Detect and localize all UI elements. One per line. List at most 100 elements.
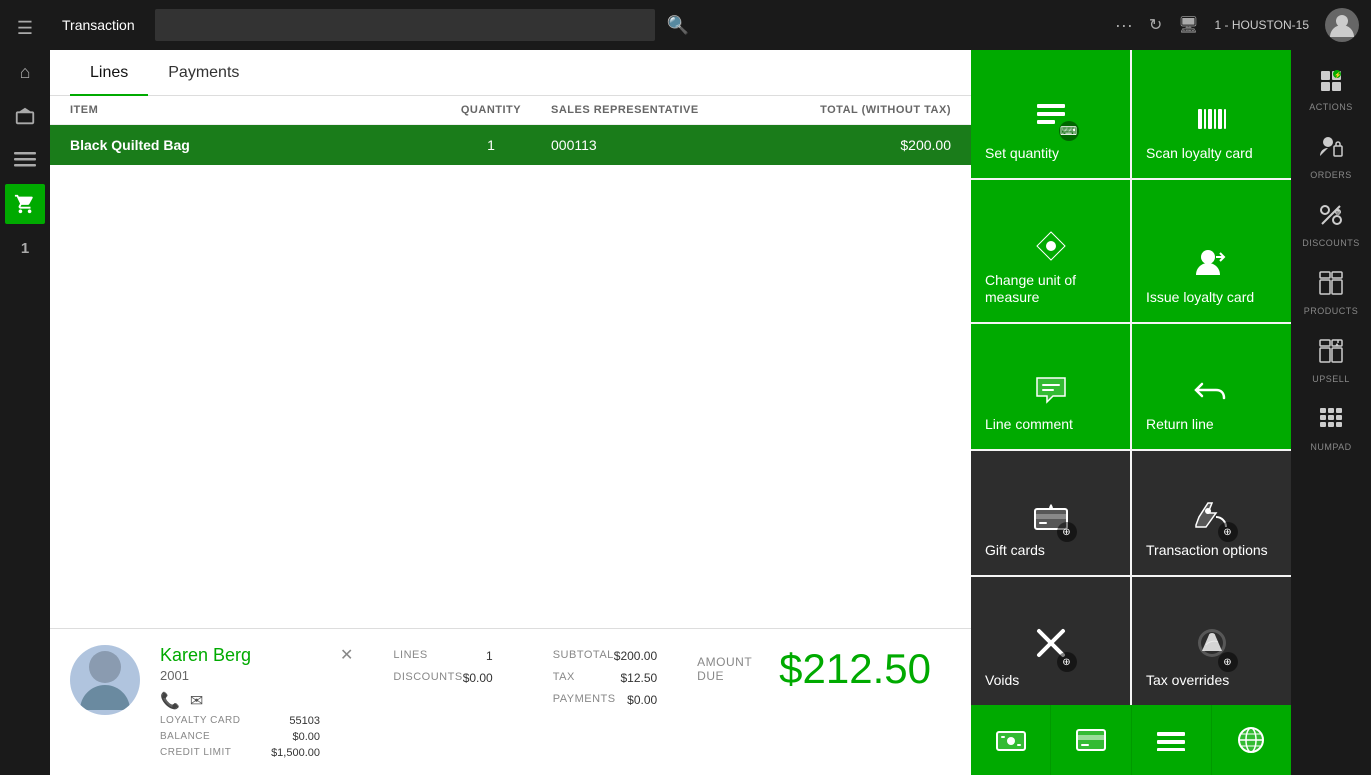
close-customer-button[interactable]: ✕ — [340, 645, 353, 665]
loyalty-value: 55103 — [289, 715, 320, 727]
return-line-label: Return line — [1146, 416, 1214, 433]
upsell-icon — [1318, 338, 1344, 370]
lines-label: LINES — [393, 649, 427, 663]
return-line-button[interactable]: Return line — [1132, 324, 1291, 449]
equal-button[interactable] — [1132, 705, 1212, 775]
tab-payments[interactable]: Payments — [148, 50, 259, 96]
body-area: Lines Payments ITEM QUANTITY SALES REPRE… — [50, 50, 1371, 775]
bottom-action-bar — [971, 705, 1291, 775]
right-panel: ⌨ Set quantity — [971, 50, 1291, 775]
row-quantity: 1 — [431, 137, 551, 153]
topbar-title: Transaction — [62, 17, 135, 33]
orders-icon — [1318, 134, 1344, 166]
customer-panel: Karen Berg 2001 📞 ✉ LOYALTY CARD 55103 B… — [50, 628, 971, 775]
sidebar-cart[interactable] — [5, 184, 45, 224]
cash-button[interactable] — [971, 705, 1051, 775]
col-salesrep: SALES REPRESENTATIVE — [551, 104, 751, 116]
upsell-label: UPSELL — [1312, 374, 1350, 384]
search-input[interactable] — [155, 9, 655, 41]
globe-button[interactable] — [1212, 705, 1291, 775]
lines-value: 1 — [486, 649, 493, 663]
scan-loyalty-label: Scan loyalty card — [1146, 145, 1253, 162]
table-header: ITEM QUANTITY SALES REPRESENTATIVE TOTAL… — [50, 96, 971, 125]
tax-overrides-label: Tax overrides — [1146, 672, 1229, 689]
row-total: $200.00 — [751, 137, 951, 153]
search-icon: 🔍 — [667, 15, 689, 36]
payments-value: $0.00 — [627, 693, 657, 707]
row-item-name: Black Quilted Bag — [70, 137, 431, 153]
tax-overrides-button[interactable]: ⊕ Tax overrides — [1132, 577, 1291, 705]
transaction-options-label: Transaction options — [1146, 542, 1268, 559]
customer-info: Karen Berg 2001 📞 ✉ LOYALTY CARD 55103 B… — [160, 645, 320, 759]
balance-row: BALANCE $0.00 — [160, 731, 320, 743]
numpad-label: NUMPAD — [1310, 442, 1351, 452]
products-icon — [1318, 270, 1344, 302]
avatar[interactable] — [1325, 8, 1359, 42]
customer-name: Karen Berg — [160, 645, 320, 666]
line-comment-label: Line comment — [985, 416, 1073, 433]
notifications-icon[interactable]: 🖥 — [1178, 15, 1198, 35]
customer-avatar — [70, 645, 140, 715]
customer-id: 2001 — [160, 668, 320, 683]
transaction-options-button[interactable]: ⊕ Transaction options — [1132, 451, 1291, 575]
issue-loyalty-label: Issue loyalty card — [1146, 289, 1254, 306]
tab-lines[interactable]: Lines — [70, 50, 148, 96]
sidebar-products[interactable] — [5, 96, 45, 136]
discounts-label: DISCOUNTS — [1302, 238, 1360, 248]
tax-value: $12.50 — [620, 671, 657, 685]
table-row[interactable]: Black Quilted Bag 1 000113 $200.00 — [50, 125, 971, 165]
row-salesrep: 000113 — [551, 137, 751, 153]
line-comment-button[interactable]: Line comment — [971, 324, 1130, 449]
scan-loyalty-button[interactable]: Scan loyalty card — [1132, 50, 1291, 178]
sidebar-item-orders[interactable]: ORDERS — [1296, 124, 1366, 190]
subtotal-value: $200.00 — [614, 649, 657, 663]
credit-limit-value: $1,500.00 — [271, 747, 320, 759]
refresh-icon[interactable]: ↻ — [1149, 15, 1162, 35]
change-uom-button[interactable]: Change unit of measure — [971, 180, 1130, 322]
sidebar-badge-item[interactable]: 1 — [5, 228, 45, 268]
sidebar-item-discounts[interactable]: % DISCOUNTS — [1296, 192, 1366, 258]
card-payment-button[interactable] — [1051, 705, 1131, 775]
credit-limit-row: CREDIT LIMIT $1,500.00 — [160, 747, 320, 759]
tabs: Lines Payments — [50, 50, 971, 96]
sidebar-item-upsell[interactable]: UPSELL — [1296, 328, 1366, 394]
transaction-area: Lines Payments ITEM QUANTITY SALES REPRE… — [50, 50, 971, 775]
lines-row: LINES 1 — [393, 645, 492, 667]
right-sidebar: ⚡ ACTIONS ORDERS — [1291, 50, 1371, 775]
change-uom-label: Change unit of measure — [985, 272, 1116, 306]
loyalty-label: LOYALTY CARD — [160, 715, 240, 727]
left-sidebar: ☰ ⌂ 1 — [0, 0, 50, 775]
email-icon[interactable]: ✉ — [190, 691, 203, 711]
more-options-icon[interactable]: ··· — [1115, 15, 1133, 36]
sidebar-home[interactable]: ⌂ — [5, 52, 45, 92]
col-quantity: QUANTITY — [431, 104, 551, 116]
actions-icon: ⚡ — [1319, 68, 1343, 98]
discounts-icon: % — [1318, 202, 1344, 234]
credit-limit-label: CREDIT LIMIT — [160, 747, 231, 759]
gift-cards-button[interactable]: ⊕ Gift cards — [971, 451, 1130, 575]
main-container: Transaction 🔍 ··· ↻ 🖥 1 - HOUSTON-15 Lin… — [50, 0, 1371, 775]
orders-label: ORDERS — [1310, 170, 1352, 180]
voids-button[interactable]: ⊕ Voids — [971, 577, 1130, 705]
sidebar-item-products[interactable]: PRODUCTS — [1296, 260, 1366, 326]
discounts-row: DISCOUNTS $0.00 — [393, 667, 492, 689]
col-item: ITEM — [70, 104, 431, 116]
store-label: 1 - HOUSTON-15 — [1215, 18, 1309, 32]
subtotal-label: SUBTOTAL — [553, 649, 614, 663]
voids-label: Voids — [985, 672, 1019, 689]
tax-label: TAX — [553, 671, 575, 685]
loyalty-card-row: LOYALTY CARD 55103 — [160, 715, 320, 727]
set-quantity-button[interactable]: ⌨ Set quantity — [971, 50, 1130, 178]
sidebar-menu-list[interactable] — [5, 140, 45, 180]
balance-label: BALANCE — [160, 731, 210, 743]
sidebar-item-actions[interactable]: ⚡ ACTIONS — [1296, 58, 1366, 122]
sidebar-item-numpad[interactable]: NUMPAD — [1296, 396, 1366, 462]
sidebar-menu[interactable]: ☰ — [5, 8, 45, 48]
phone-icon[interactable]: 📞 — [160, 691, 180, 711]
customer-contacts: 📞 ✉ — [160, 691, 320, 711]
products-label: PRODUCTS — [1304, 306, 1359, 316]
payments-row: PAYMENTS $0.00 — [553, 689, 657, 711]
actions-label: ACTIONS — [1309, 102, 1353, 112]
discounts-label: DISCOUNTS — [393, 671, 462, 685]
issue-loyalty-button[interactable]: Issue loyalty card — [1132, 180, 1291, 322]
